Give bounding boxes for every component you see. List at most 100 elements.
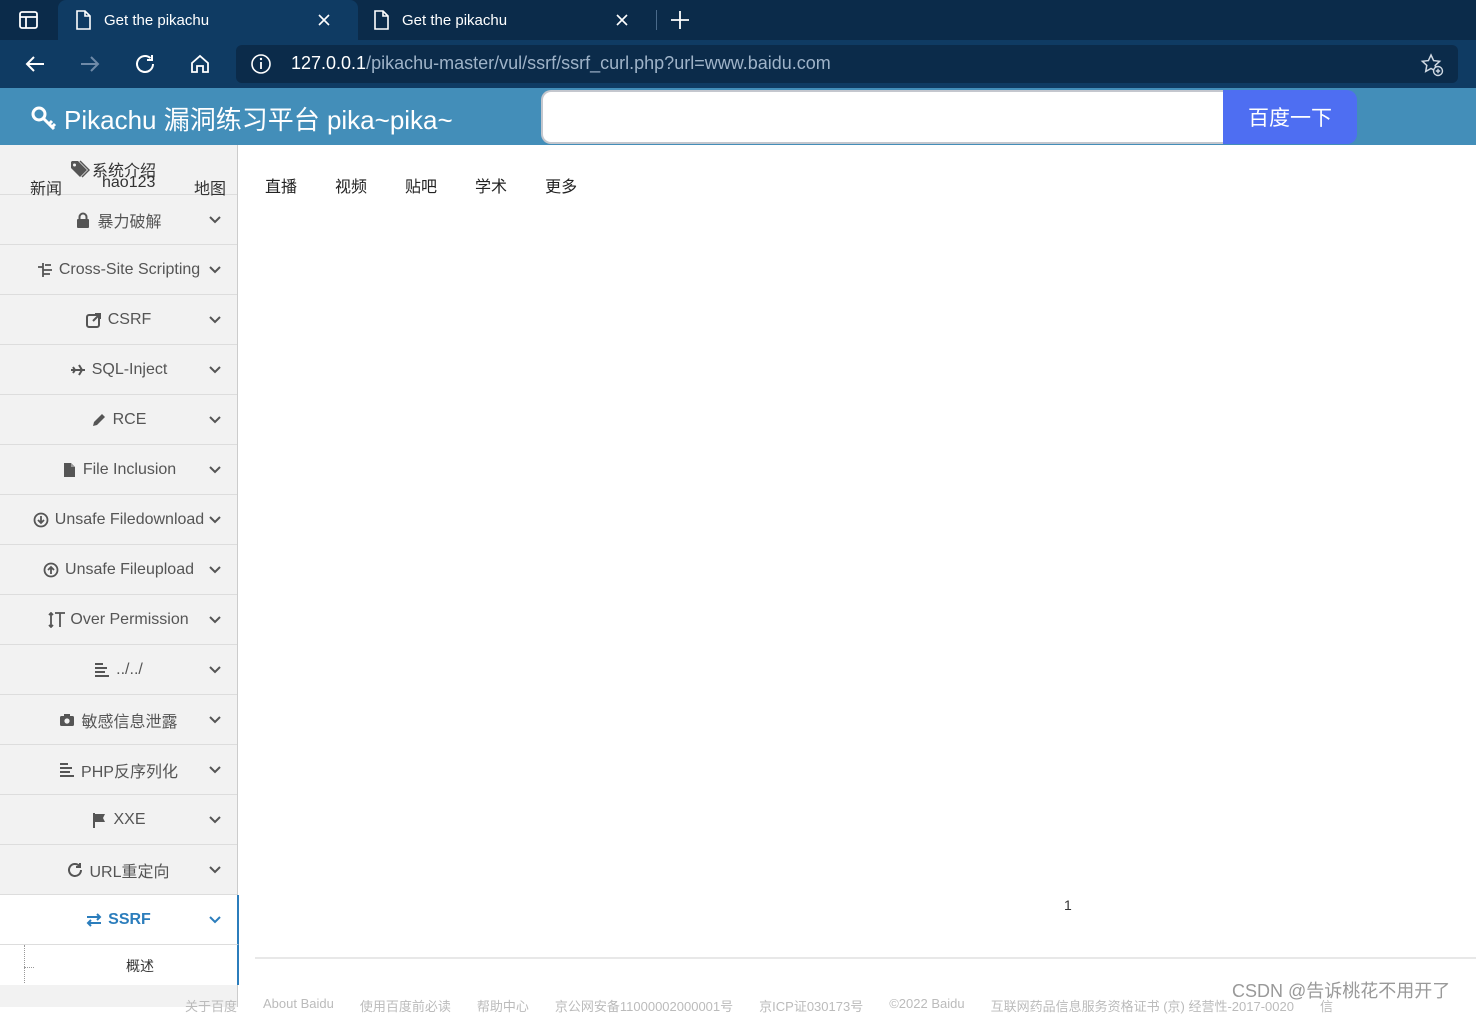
- sidebar-item-label: RCE: [112, 410, 147, 428]
- sidebar-item-xxe[interactable]: XXE: [0, 795, 237, 845]
- sidebar-item-label: Unsafe Fileupload: [65, 560, 194, 578]
- brand[interactable]: Pikachu 漏洞练习平台 pika~pika~: [30, 100, 453, 137]
- link-video[interactable]: 视频: [335, 173, 367, 197]
- plane-icon: [70, 362, 86, 378]
- back-arrow-icon[interactable]: [21, 50, 49, 78]
- sidebar-item-ssrf[interactable]: SSRF: [0, 895, 239, 945]
- align-icon: [59, 762, 75, 778]
- chevron-down-icon: [208, 413, 222, 427]
- footer-link[interactable]: 京ICP证030173号: [759, 996, 863, 1015]
- baidu-nav-links: 直播 视频 贴吧 学术 更多: [265, 173, 615, 197]
- sidebar-item-label: PHP反序列化: [81, 763, 178, 781]
- url-host: 127.0.0.1: [291, 53, 367, 73]
- browser-tab[interactable]: Get the pikachu: [356, 0, 656, 40]
- camera-icon: [59, 712, 75, 728]
- sidebar-item-sql-inject[interactable]: SQL-Inject: [0, 345, 237, 395]
- sidebar-item-rce[interactable]: RCE: [0, 395, 237, 445]
- sidebar-item-brute-force[interactable]: 暴力破解: [0, 195, 237, 245]
- sidebar-item-xss[interactable]: Cross-Site Scripting: [0, 245, 237, 295]
- link-more[interactable]: 更多: [545, 173, 577, 197]
- footer-text: ©2022 Baidu: [889, 996, 965, 1011]
- refresh-icon[interactable]: [131, 50, 159, 78]
- sidebar-item-label: Cross-Site Scripting: [58, 260, 201, 278]
- footer-link[interactable]: 关于百度: [185, 996, 237, 1015]
- url-field[interactable]: 127.0.0.1/pikachu-master/vul/ssrf/ssrf_c…: [236, 45, 1458, 83]
- tags-icon: [70, 160, 91, 178]
- info-icon[interactable]: [250, 53, 272, 75]
- sidebar-item-label: Unsafe Filedownload: [54, 510, 205, 528]
- sidebar-item-info-leak[interactable]: 敏感信息泄露: [0, 695, 237, 745]
- chevron-down-icon: [208, 913, 222, 927]
- browser-tab-active[interactable]: Get the pikachu: [58, 0, 358, 40]
- link-academic[interactable]: 学术: [475, 173, 507, 197]
- sitemap-icon: [37, 262, 53, 278]
- text-height-icon: [48, 611, 66, 628]
- sidebar-item-label: CSRF: [107, 310, 152, 328]
- link-tieba[interactable]: 贴吧: [405, 173, 437, 197]
- upload-icon: [43, 562, 59, 578]
- tree-line: [24, 945, 25, 983]
- refresh-icon: [67, 862, 83, 878]
- sidebar-item-file-inclusion[interactable]: File Inclusion: [0, 445, 237, 495]
- sidebar-item-unsafe-fileupload[interactable]: Unsafe Fileupload: [0, 545, 237, 595]
- tab-separator: [656, 10, 657, 30]
- chevron-down-icon: [208, 713, 222, 727]
- chevron-down-icon: [208, 513, 222, 527]
- url-path: /pikachu-master/vul/ssrf/ssrf_curl.php?u…: [366, 53, 831, 73]
- link-live[interactable]: 直播: [265, 173, 297, 197]
- brand-title: Pikachu 漏洞练习平台 pika~pika~: [64, 105, 453, 135]
- search-button[interactable]: 百度一下: [1223, 90, 1357, 144]
- forward-arrow-icon[interactable]: [76, 50, 104, 78]
- chevron-down-icon: [208, 263, 222, 277]
- sidebar-item-label: XXE: [113, 810, 146, 828]
- sidebar-item-label: SSRF: [108, 910, 151, 928]
- chevron-down-icon: [208, 463, 222, 477]
- browser-tab-bar: Get the pikachu Get the pikachu: [0, 0, 1476, 40]
- home-icon[interactable]: [186, 50, 214, 78]
- chevron-down-icon: [208, 763, 222, 777]
- divider: [255, 957, 1476, 959]
- chevron-down-icon: [208, 613, 222, 627]
- sidebar-item-over-permission[interactable]: Over Permission: [0, 595, 237, 645]
- footer-link[interactable]: 京公网安备11000002000001号: [555, 996, 733, 1015]
- chevron-down-icon: [208, 863, 222, 877]
- sidebar: 系统介绍 新闻 hao123 地图 暴力破解 Cross-Site Script…: [0, 145, 239, 1007]
- sidebar-subitem-overview[interactable]: 概述: [0, 945, 239, 985]
- search-input[interactable]: [541, 90, 1224, 144]
- sidebar-item-label: SQL-Inject: [91, 360, 168, 378]
- tab-actions-icon[interactable]: [18, 10, 40, 30]
- footer-link[interactable]: 使用百度前必读: [360, 996, 451, 1015]
- add-favorite-icon[interactable]: [1420, 53, 1444, 77]
- close-tab-icon[interactable]: [314, 10, 334, 30]
- share-icon: [85, 312, 102, 328]
- tab-title: Get the pikachu: [104, 11, 210, 29]
- footer-link[interactable]: About Baidu: [263, 996, 334, 1015]
- sidebar-item-label: File Inclusion: [82, 460, 177, 478]
- footer-links: 关于百度 About Baidu 使用百度前必读 帮助中心 京公网安备11000…: [185, 996, 1359, 1015]
- sidebar-item-csrf[interactable]: CSRF: [0, 295, 237, 345]
- flag-icon: [91, 812, 107, 828]
- sidebar-item-label: ../../: [116, 660, 143, 678]
- sidebar-item-label: URL重定向: [89, 863, 170, 881]
- sidebar-item-intro[interactable]: 系统介绍 新闻 hao123 地图: [0, 145, 237, 198]
- url-text: 127.0.0.1/pikachu-master/vul/ssrf/ssrf_c…: [291, 53, 831, 74]
- footer-link[interactable]: 帮助中心: [477, 996, 529, 1015]
- new-tab-icon[interactable]: [668, 8, 692, 32]
- sidebar-item-php-unserialize[interactable]: PHP反序列化: [0, 745, 237, 795]
- exchange-icon: [86, 912, 102, 928]
- close-tab-icon[interactable]: [612, 10, 632, 30]
- page-icon: [372, 10, 390, 30]
- sidebar-item-directory-traversal[interactable]: ../../: [0, 645, 237, 695]
- sidebar-item-unsafe-filedownload[interactable]: Unsafe Filedownload: [0, 495, 237, 545]
- link-hao123[interactable]: hao123: [102, 174, 155, 192]
- sidebar-item-label: 敏感信息泄露: [81, 713, 178, 731]
- sidebar-item-url-redirect[interactable]: URL重定向: [0, 845, 237, 895]
- page-header: Pikachu 漏洞练习平台 pika~pika~ 百度一下: [0, 88, 1476, 145]
- subitem-label: 概述: [126, 958, 154, 974]
- tree-line: [24, 967, 34, 968]
- sidebar-item-label: Over Permission: [70, 610, 189, 628]
- chevron-down-icon: [208, 313, 222, 327]
- page-icon: [74, 10, 92, 30]
- lock-icon: [75, 212, 91, 228]
- chevron-down-icon: [208, 213, 222, 227]
